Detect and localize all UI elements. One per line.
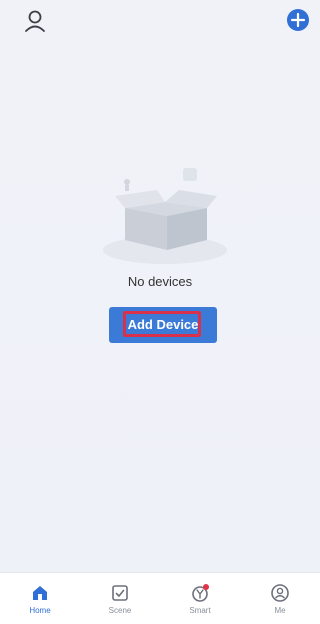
add-device-button[interactable]: Add Device — [109, 307, 217, 343]
empty-box-icon — [103, 168, 227, 264]
nav-scene-label: Scene — [108, 606, 132, 615]
empty-message: No devices — [127, 274, 193, 289]
user-icon — [25, 10, 45, 32]
nav-me[interactable]: Me — [240, 573, 320, 624]
profile-circle-icon — [271, 584, 289, 602]
nav-smart[interactable]: Smart — [160, 573, 240, 624]
nav-smart-label: Smart — [189, 606, 211, 615]
nav-me-label: Me — [274, 606, 286, 615]
home-icon — [33, 586, 47, 600]
smart-icon — [192, 584, 209, 602]
nav-home-label: Home — [29, 606, 51, 615]
notification-dot — [203, 584, 209, 590]
plus-icon — [290, 12, 306, 28]
checkbox-icon — [112, 585, 128, 601]
nav-scene[interactable]: Scene — [80, 573, 160, 624]
bottom-nav: Home Scene Smart Me — [0, 572, 320, 624]
profile-button[interactable] — [24, 10, 46, 36]
nav-home[interactable]: Home — [0, 573, 80, 624]
app-root: No devices Add Device Home Scene Smart M… — [0, 0, 320, 624]
top-bar — [0, 0, 320, 44]
add-button[interactable] — [287, 9, 309, 31]
add-device-label: Add Device — [127, 317, 199, 332]
